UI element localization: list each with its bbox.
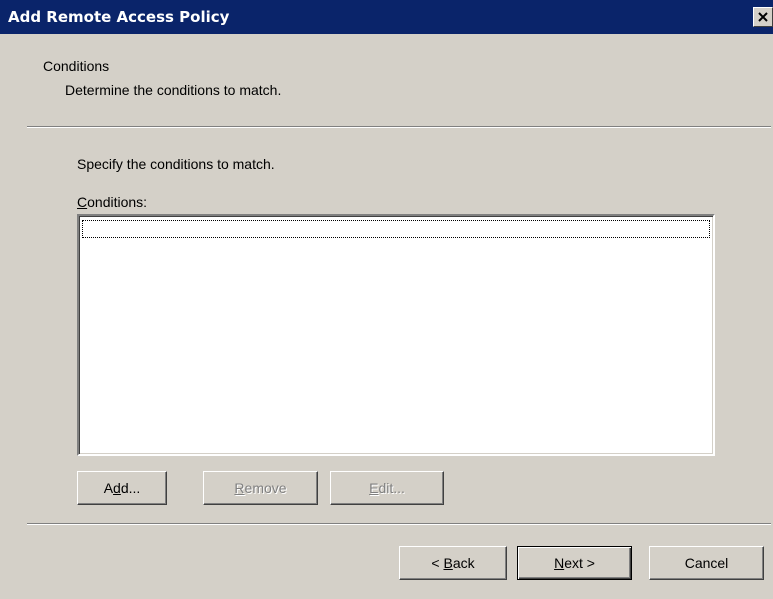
footer-divider [27, 523, 771, 525]
remove-button[interactable]: Remove [203, 471, 318, 505]
back-button[interactable]: < Back [399, 546, 507, 580]
close-icon [758, 12, 768, 22]
window-title: Add Remote Access Policy [8, 8, 230, 26]
add-button[interactable]: Add... [77, 471, 167, 505]
page-subtitle: Determine the conditions to match. [65, 82, 282, 98]
conditions-listbox[interactable] [77, 214, 715, 456]
next-button-label: Next > [554, 555, 595, 571]
next-button[interactable]: Next > [517, 546, 632, 580]
add-button-label: Add... [103, 480, 141, 496]
close-button[interactable] [753, 7, 773, 27]
cancel-button[interactable]: Cancel [649, 546, 764, 580]
page-title: Conditions [43, 58, 110, 74]
back-button-label: < Back [431, 555, 475, 571]
instructions-text: Specify the conditions to match. [77, 156, 275, 172]
header-divider [27, 126, 771, 128]
focus-rectangle [82, 220, 710, 238]
wizard-header: Conditions Determine the conditions to m… [0, 34, 773, 126]
cancel-button-label: Cancel [684, 555, 729, 571]
title-bar: Add Remote Access Policy [0, 0, 773, 34]
remove-button-label: Remove [234, 480, 287, 496]
edit-button-label: Edit... [369, 480, 405, 496]
conditions-label: Conditions: [77, 194, 147, 210]
conditions-label-rest: onditions: [87, 194, 148, 210]
conditions-label-accel: C [77, 194, 88, 210]
edit-button[interactable]: Edit... [330, 471, 444, 505]
